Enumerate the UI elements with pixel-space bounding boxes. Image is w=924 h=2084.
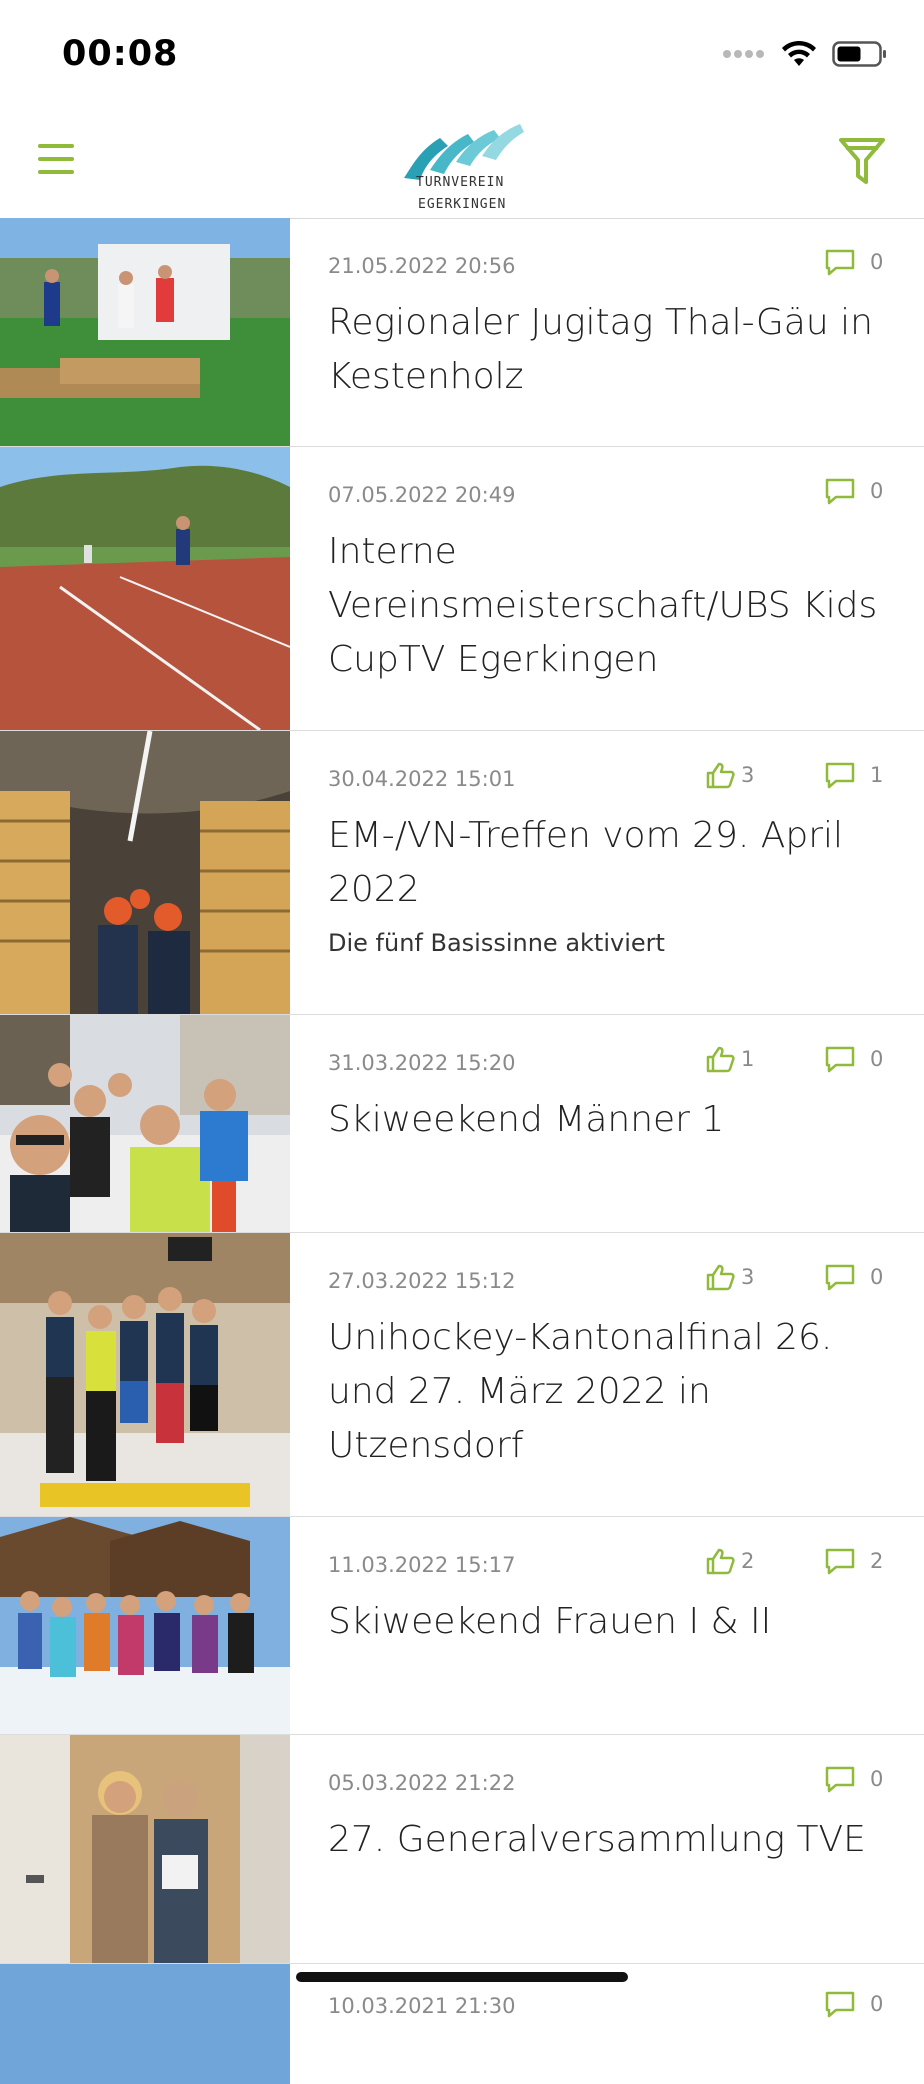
comment-count: 0 (824, 1765, 883, 1793)
speech-bubble-icon (825, 1548, 855, 1575)
hamburger-menu-icon (38, 144, 74, 148)
thumbs-up-icon (706, 1046, 735, 1073)
news-item-thumbnail (0, 1233, 290, 1516)
news-item-subtitle: Die fünf Basissinne aktiviert (328, 929, 665, 957)
speech-bubble-icon (825, 478, 855, 505)
thumbs-up-icon (706, 762, 735, 789)
like-count: 2 (705, 1547, 754, 1575)
status-bar: 00:08 (0, 0, 924, 110)
like-count-value: 1 (741, 1047, 755, 1071)
logo-line-1: TURNVEREIN (416, 175, 504, 190)
like-count-value: 3 (741, 1265, 755, 1289)
news-item-title: Skiweekend Frauen I & II (328, 1601, 772, 1642)
news-item-thumbnail (0, 447, 290, 730)
comment-count-value: 1 (870, 763, 884, 787)
speech-bubble-icon (825, 1766, 855, 1793)
comment-count: 0 (824, 1045, 883, 1073)
top-navigation-bar: TURNVEREIN EGERKINGEN (0, 110, 924, 219)
news-item-date: 31.03.2022 15:20 (328, 1051, 516, 1075)
comment-count-value: 0 (870, 1767, 884, 1791)
like-count-value: 3 (741, 763, 755, 787)
comment-count-value: 0 (870, 479, 884, 503)
news-item-thumbnail (0, 1015, 290, 1232)
news-item-date: 10.03.2021 21:30 (328, 1994, 516, 2018)
wifi-icon (782, 40, 816, 66)
menu-button[interactable] (38, 144, 74, 180)
news-item-thumbnail (0, 1517, 290, 1734)
battery-icon (832, 41, 886, 67)
news-item-date: 27.03.2022 15:12 (328, 1269, 516, 1293)
news-item-title: 27. Generalversammlung TVE (328, 1819, 866, 1860)
comment-count: 0 (824, 477, 883, 505)
comment-count-value: 2 (870, 1549, 884, 1573)
news-feed-list: 21.05.2022 20:56 0 Regionaler Jugitag Th… (0, 218, 924, 2084)
status-icons (722, 40, 888, 68)
news-item-date: 05.03.2022 21:22 (328, 1771, 516, 1795)
news-item-title: Interne Vereinsmeisterschaft/UBS Kids Cu… (328, 531, 878, 680)
speech-bubble-icon (825, 1264, 855, 1291)
news-item-title: EM-/VN-Treffen vom 29. April 2022 (328, 815, 844, 910)
news-item[interactable]: 07.05.2022 20:49 0 Interne Vereinsmeiste… (0, 447, 924, 731)
news-item-thumbnail (0, 1735, 290, 1963)
funnel-filter-icon[interactable] (838, 136, 886, 188)
news-item[interactable]: 30.04.2022 15:01 3 1 EM-/VN-Treffen vom … (0, 731, 924, 1015)
news-item-thumbnail (0, 218, 290, 446)
news-item-thumbnail (0, 1964, 290, 2084)
like-count: 3 (705, 1263, 754, 1291)
news-item-thumbnail (0, 731, 290, 1014)
news-item-date: 30.04.2022 15:01 (328, 767, 516, 791)
news-item[interactable]: 05.03.2022 21:22 0 27. Generalversammlun… (0, 1735, 924, 1964)
news-item-date: 11.03.2022 15:17 (328, 1553, 516, 1577)
news-item-date: 07.05.2022 20:49 (328, 483, 516, 507)
news-item[interactable]: 21.05.2022 20:56 0 Regionaler Jugitag Th… (0, 218, 924, 447)
comment-count: 0 (824, 1263, 883, 1291)
logo-line-2: EGERKINGEN (418, 197, 506, 212)
speech-bubble-icon (825, 249, 855, 276)
club-logo: TURNVEREIN EGERKINGEN (404, 124, 524, 212)
comment-count: 0 (824, 248, 883, 276)
like-count-value: 2 (741, 1549, 755, 1573)
like-count: 1 (705, 1045, 754, 1073)
news-item[interactable]: 31.03.2022 15:20 1 0 Skiweekend Männer 1 (0, 1015, 924, 1233)
news-item[interactable]: 11.03.2022 15:17 2 2 Skiweekend Frauen I… (0, 1517, 924, 1735)
comment-count: 2 (824, 1547, 883, 1575)
speech-bubble-icon (825, 1046, 855, 1073)
news-item[interactable]: 27.03.2022 15:12 3 0 Unihockey-Kantonalf… (0, 1233, 924, 1517)
home-indicator[interactable] (296, 1972, 628, 1982)
thumbs-up-icon (706, 1264, 735, 1291)
comment-count-value: 0 (870, 1992, 884, 2016)
news-item[interactable]: 10.03.2021 21:30 0 (0, 1964, 924, 2084)
news-item-title: Skiweekend Männer 1 (328, 1099, 725, 1140)
news-item-date: 21.05.2022 20:56 (328, 254, 516, 278)
comment-count: 1 (824, 761, 883, 789)
like-count: 3 (705, 761, 754, 789)
news-item-title: Unihockey-Kantonalfinal 26. und 27. März… (328, 1317, 833, 1466)
comment-count-value: 0 (870, 250, 884, 274)
comment-count: 0 (824, 1990, 883, 2018)
speech-bubble-icon (825, 762, 855, 789)
status-time: 00:08 (62, 34, 179, 74)
thumbs-up-icon (706, 1548, 735, 1575)
speech-bubble-icon (825, 1991, 855, 2018)
news-item-title: Regionaler Jugitag Thal-Gäu in Kestenhol… (328, 302, 873, 397)
cellular-signal-icon (723, 50, 764, 58)
comment-count-value: 0 (870, 1265, 884, 1289)
comment-count-value: 0 (870, 1047, 884, 1071)
